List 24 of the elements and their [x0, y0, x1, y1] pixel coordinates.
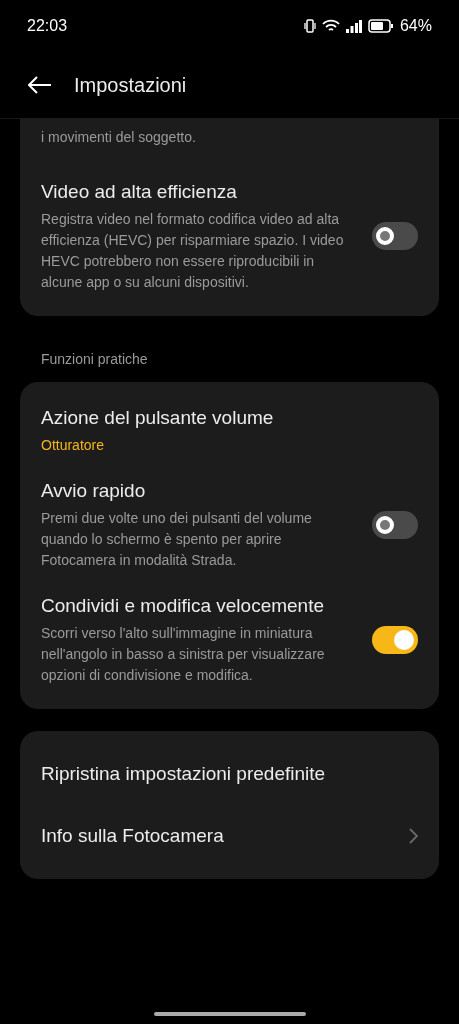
setting-description: Scorri verso l'alto sull'immagine in miniatura nell'angolo in basso a sinistra per visualizzare opzioni di condivisione e modifica. — [41, 624, 326, 685]
setting-title[interactable]: Ripristina impostazioni predefinite — [41, 763, 326, 784]
setting-title[interactable]: Azione del pulsante volume — [41, 405, 418, 431]
wifi-icon — [321, 19, 340, 33]
toggle-switch[interactable] — [372, 510, 418, 539]
toggle-switch[interactable] — [372, 625, 418, 654]
setting-value: Otturatore — [41, 436, 106, 455]
setting-description: Registra video nel formato codifica video ad alta efficienza (HEVC) per risparmiare spazio. I video HEVC potrebbero non essere riproducibili in alcune app o su alcuni dispositivi. — [41, 210, 345, 292]
toggle-switch[interactable] — [372, 222, 418, 250]
setting-title: Avvio rapido — [41, 479, 147, 503]
vibrate-icon — [303, 19, 316, 33]
setting-title[interactable]: Info sulla Fotocamera — [41, 823, 224, 849]
chevron-icon — [408, 828, 418, 844]
setting-description: Premi due volte uno dei pulsanti del volume quando lo schermo è spento per aprire Fotocamera in modalità Strada. — [41, 509, 313, 570]
battery-percent: 64% — [399, 16, 432, 36]
setting-description: i movimenti del soggetto. — [41, 128, 197, 147]
status-time: 22:03 — [27, 16, 68, 36]
battery-icon — [367, 19, 394, 33]
signal-icon — [345, 19, 362, 33]
section-label: Funzioni pratiche — [40, 350, 149, 369]
setting-title: Video ad alta efficienza — [41, 180, 238, 204]
setting-title: Condividi e modifica velocemente — [41, 594, 326, 618]
page-title: Impostazioni — [74, 73, 187, 98]
back-arrow-icon[interactable] — [28, 76, 52, 94]
